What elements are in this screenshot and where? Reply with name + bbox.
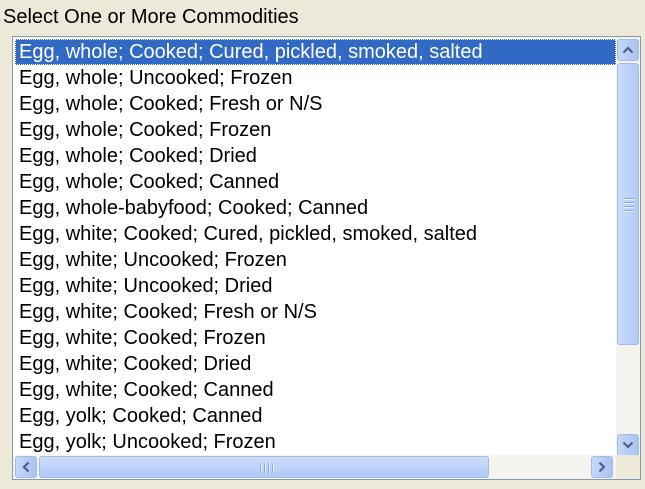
list-item[interactable]: Egg, whole; Cooked; Canned [15,169,616,195]
list-item[interactable]: Egg, whole; Cooked; Frozen [15,117,616,143]
list-item[interactable]: Egg, white; Cooked; Fresh or N/S [15,299,616,325]
horizontal-scrollbar[interactable] [13,455,616,479]
scroll-left-arrow-icon [22,461,30,473]
scroll-up-arrow-icon [622,46,634,54]
list-item[interactable]: Egg, white; Cooked; Frozen [15,325,616,351]
commodities-label: Select One or More Commodities [3,6,299,28]
commodity-selector-panel: Select One or More Commodities Egg, whol… [0,0,645,489]
list-item[interactable]: Egg, white; Uncooked; Frozen [15,247,616,273]
list-item[interactable]: Egg, whole; Cooked; Cured, pickled, smok… [15,39,616,65]
list-item[interactable]: Egg, yolk; Cooked; Canned [15,403,616,429]
vertical-scroll-thumb[interactable] [617,63,639,345]
scroll-right-button[interactable] [591,456,613,478]
horizontal-scroll-thumb[interactable] [39,456,489,478]
list-item[interactable]: Egg, whole; Cooked; Dried [15,143,616,169]
scroll-up-button[interactable] [617,39,639,61]
thumb-grip-icon [624,198,634,214]
scroll-left-button[interactable] [15,456,37,478]
list-item[interactable]: Egg, white; Cooked; Cured, pickled, smok… [15,221,616,247]
scroll-right-arrow-icon [598,461,606,473]
list-item[interactable]: Egg, white; Cooked; Dried [15,351,616,377]
thumb-grip-icon [260,463,276,473]
commodities-list: Egg, whole; Cooked; Cured, pickled, smok… [15,39,616,457]
scroll-down-arrow-icon [622,441,634,449]
scrollbar-corner [616,455,640,479]
vertical-scrollbar[interactable] [616,37,640,457]
list-item[interactable]: Egg, white; Cooked; Canned [15,377,616,403]
list-item[interactable]: Egg, white; Uncooked; Dried [15,273,616,299]
list-item[interactable]: Egg, yolk; Uncooked; Frozen [15,429,616,455]
list-item[interactable]: Egg, whole; Uncooked; Frozen [15,65,616,91]
scroll-down-button[interactable] [617,434,639,456]
commodities-listbox[interactable]: Egg, whole; Cooked; Cured, pickled, smok… [12,36,641,480]
list-item[interactable]: Egg, whole-babyfood; Cooked; Canned [15,195,616,221]
list-item[interactable]: Egg, whole; Cooked; Fresh or N/S [15,91,616,117]
